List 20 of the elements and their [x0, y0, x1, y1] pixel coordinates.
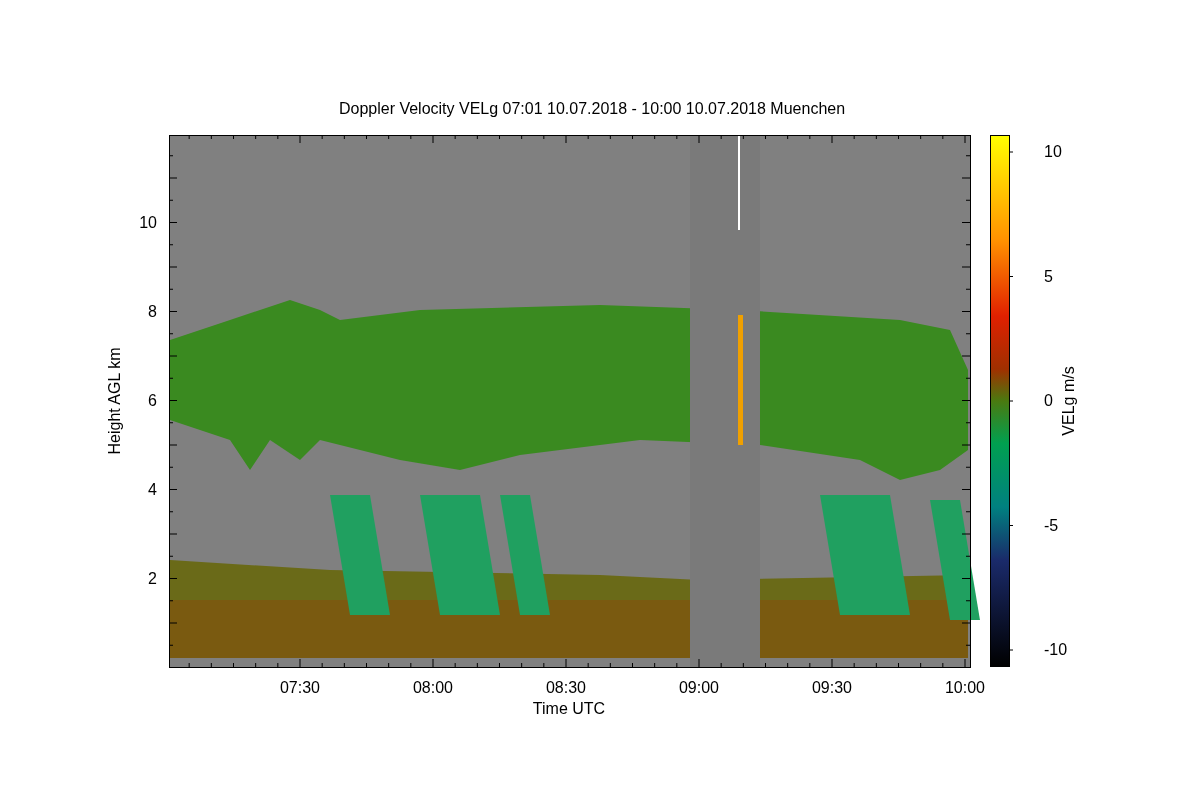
tick-label: 6 [148, 392, 157, 409]
tick-label: 10 [1044, 143, 1062, 160]
axis-title: Time UTC [532, 700, 606, 717]
tick-label: 08:30 [546, 679, 586, 696]
tick-label: 2 [148, 570, 157, 587]
tick-label: 09:00 [679, 679, 719, 696]
colorbar-title: VELg m/s [1060, 366, 1077, 436]
tick-label: 07:30 [280, 679, 320, 696]
tick-label: 4 [148, 481, 157, 498]
tick-label: 10:00 [945, 679, 985, 696]
tick-label: -10 [1044, 641, 1068, 658]
tick-label: -5 [1044, 516, 1059, 534]
tick-label: 08:00 [413, 679, 453, 696]
tick-label: 5 [1044, 267, 1053, 285]
tick-label: 10 [139, 214, 157, 231]
tick-label: 09:30 [812, 679, 852, 696]
tick-label: 0 [1044, 392, 1053, 409]
chart-title: Doppler Velocity VELg 07:01 10.07.2018 - 10:00 10.07.2018 Muenchen [338, 100, 846, 117]
axis-title: Height AGL km [106, 347, 123, 455]
tick-label: 8 [148, 303, 157, 320]
